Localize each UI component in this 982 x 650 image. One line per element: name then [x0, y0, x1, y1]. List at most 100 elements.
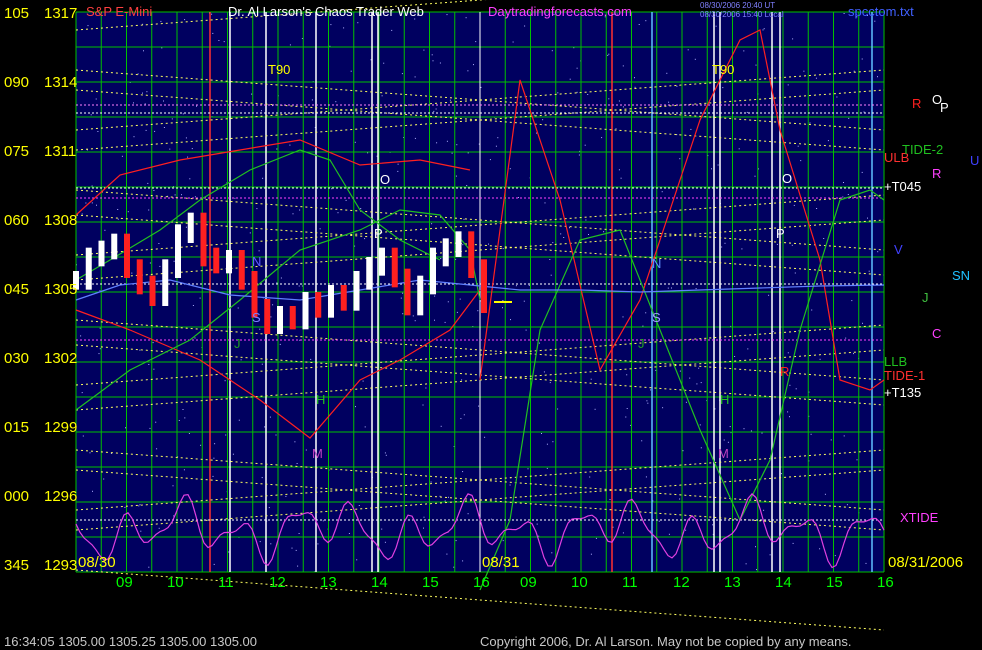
background-dot: [91, 202, 93, 204]
chart-marker-label: O: [380, 172, 390, 187]
background-dot: [699, 424, 701, 426]
background-dot: [780, 473, 782, 475]
background-dot: [853, 70, 855, 72]
background-dot: [163, 127, 165, 128]
background-dot: [397, 170, 399, 172]
chart-marker-label: R: [912, 96, 921, 111]
background-dot: [159, 265, 161, 267]
background-dot: [256, 208, 258, 210]
chart-marker-label: T90: [712, 62, 734, 77]
background-dot: [383, 62, 385, 64]
chart-marker-label: O: [782, 171, 792, 186]
chart-marker-label: +T045: [884, 179, 921, 194]
background-dot: [787, 411, 789, 413]
background-dot: [792, 38, 794, 40]
chart-marker-label: T90: [268, 62, 290, 77]
background-dot: [560, 233, 562, 235]
x-axis-hour-label: 10: [167, 574, 184, 591]
background-dot: [551, 552, 553, 554]
background-dot: [462, 471, 464, 473]
background-dot: [477, 310, 479, 312]
background-dot: [148, 209, 150, 211]
background-dot: [502, 540, 504, 542]
background-dot: [364, 426, 366, 428]
background-dot: [154, 130, 156, 132]
background-dot: [843, 182, 844, 183]
background-dot: [462, 244, 464, 246]
background-dot: [645, 312, 647, 314]
background-dot: [671, 287, 672, 289]
background-dot: [848, 117, 850, 119]
y-axis-price-label: 1305: [44, 281, 77, 298]
site-title: Dr. Al Larson's Chaos Trader Web: [228, 4, 424, 19]
background-dot: [475, 41, 477, 43]
background-dot: [745, 563, 747, 565]
price-bar: [162, 259, 169, 306]
background-dot: [297, 565, 299, 567]
background-dot: [497, 137, 499, 139]
background-dot: [741, 248, 743, 250]
background-dot: [662, 407, 664, 409]
price-bar: [175, 224, 181, 278]
background-dot: [232, 453, 234, 455]
background-dot: [402, 292, 404, 294]
background-dot: [299, 209, 301, 211]
background-dot: [148, 364, 150, 365]
background-dot: [189, 178, 191, 180]
background-dot: [700, 447, 702, 449]
background-dot: [444, 500, 446, 502]
background-dot: [622, 106, 624, 108]
background-dot: [510, 319, 511, 321]
background-dot: [862, 322, 863, 324]
chart-canvas: T90 T90OPNSJHMOPNSJHMRROPULBTIDE-2TIDE-1L…: [4, 0, 979, 649]
background-dot: [224, 380, 226, 382]
background-dot: [658, 520, 660, 522]
background-dot: [722, 87, 724, 89]
background-dot: [149, 427, 151, 429]
background-dot: [194, 337, 196, 339]
background-dot: [259, 328, 261, 330]
y-axis-price-label: 1299: [44, 419, 77, 436]
background-dot: [754, 175, 756, 177]
price-bar: [302, 292, 309, 330]
background-dot: [431, 223, 433, 225]
background-dot: [590, 553, 592, 555]
price-bar: [391, 247, 398, 288]
timestamp-ut: 08/30/2006 20:40 UT: [700, 1, 775, 10]
background-dot: [319, 228, 321, 230]
background-dot: [432, 60, 434, 62]
background-dot: [356, 559, 358, 561]
background-dot: [188, 433, 190, 434]
background-dot: [446, 553, 448, 555]
background-dot: [414, 76, 416, 78]
background-dot: [634, 77, 635, 79]
background-dot: [557, 92, 559, 94]
background-dot: [298, 285, 300, 287]
background-dot: [776, 243, 778, 245]
chart-marker-label: R: [932, 166, 941, 181]
background-dot: [155, 421, 157, 423]
background-dot: [576, 67, 578, 69]
background-dot: [268, 507, 270, 509]
background-dot: [171, 118, 173, 120]
background-dot: [527, 468, 529, 470]
background-dot: [87, 25, 89, 27]
price-bar: [404, 268, 411, 316]
y-axis-degree-label: 345: [4, 557, 29, 574]
background-dot: [525, 329, 527, 331]
background-dot: [823, 238, 825, 239]
price-bar: [366, 257, 373, 290]
chart-marker-label: P: [940, 100, 949, 115]
background-dot: [192, 305, 194, 306]
background-dot: [89, 452, 91, 454]
y-axis-price-label: 1317: [44, 5, 77, 22]
background-dot: [147, 182, 149, 184]
background-dot: [661, 191, 663, 193]
background-dot: [546, 467, 548, 469]
background-dot: [463, 414, 465, 416]
background-dot: [502, 248, 504, 250]
background-dot: [698, 367, 700, 369]
background-dot: [622, 532, 624, 534]
x-axis-hour-label: 16: [473, 574, 490, 591]
background-dot: [687, 49, 689, 51]
